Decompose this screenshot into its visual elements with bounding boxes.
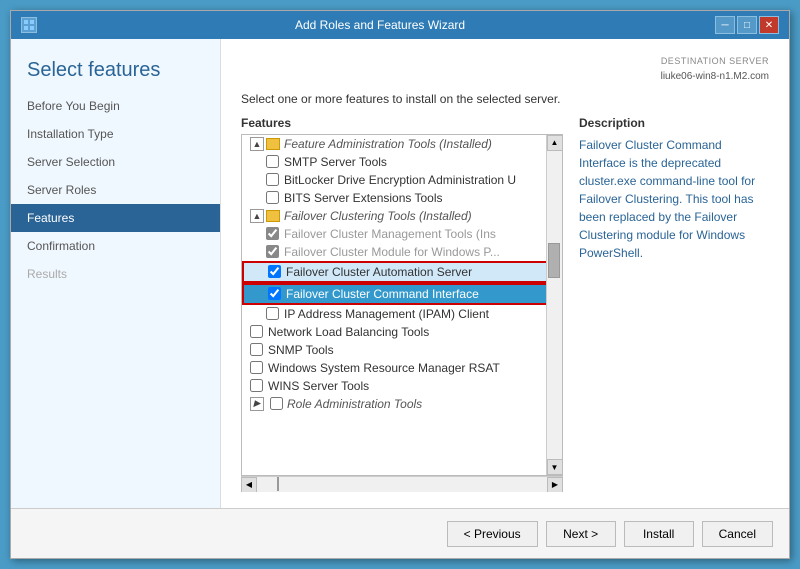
vertical-scrollbar[interactable]: ▲ ▼ <box>546 135 562 476</box>
window-controls: ─ □ ✕ <box>715 16 779 34</box>
content-area: Select features Before You Begin Install… <box>11 39 789 508</box>
tree-label: Failover Cluster Automation Server <box>286 265 472 279</box>
tree-label: Windows System Resource Manager RSAT <box>268 361 500 375</box>
description-panel-header: Description <box>579 116 769 130</box>
list-item: ▲ Feature Administration Tools (Installe… <box>242 135 562 153</box>
tree-label: SMTP Server Tools <box>284 155 387 169</box>
list-item: SNMP Tools <box>242 341 562 359</box>
next-button[interactable]: Next > <box>546 521 616 547</box>
maximize-button[interactable]: □ <box>737 16 757 34</box>
list-item: IP Address Management (IPAM) Client <box>242 305 562 323</box>
sidebar-item-installation-type[interactable]: Installation Type <box>11 120 220 148</box>
tree-label: Network Load Balancing Tools <box>268 325 429 339</box>
fc-win-ps-checkbox[interactable] <box>266 245 279 258</box>
list-item: SMTP Server Tools <box>242 153 562 171</box>
bits-checkbox[interactable] <box>266 191 279 204</box>
tree-label: IP Address Management (IPAM) Client <box>284 307 489 321</box>
main-content-area: DESTINATION SERVER liuke06-win8-n1.M2.co… <box>221 39 789 508</box>
tree-label: Failover Cluster Module for Windows P... <box>284 245 500 259</box>
list-item: ▶ Role Administration Tools <box>242 395 562 413</box>
expand-feat-admin[interactable]: ▲ <box>250 137 264 151</box>
smtp-tools-checkbox[interactable] <box>266 155 279 168</box>
list-item: Network Load Balancing Tools <box>242 323 562 341</box>
fc-cmd-interface-checkbox[interactable] <box>268 287 281 300</box>
app-icon <box>21 17 37 33</box>
scroll-track <box>257 477 547 492</box>
fc-auto-server-checkbox[interactable] <box>268 265 281 278</box>
tree-label: Feature Administration Tools (Installed) <box>284 137 492 151</box>
description-panel: Description Failover Cluster Command Int… <box>579 116 769 493</box>
previous-button[interactable]: < Previous <box>447 521 538 547</box>
list-item[interactable]: Failover Cluster Command Interface <box>242 283 562 305</box>
footer: < Previous Next > Install Cancel <box>11 508 789 558</box>
scroll-right-button[interactable]: ▶ <box>547 477 563 493</box>
install-button[interactable]: Install <box>624 521 694 547</box>
folder-icon <box>266 138 280 150</box>
tree-label: SNMP Tools <box>268 343 334 357</box>
wins-checkbox[interactable] <box>250 379 263 392</box>
title-bar: Add Roles and Features Wizard ─ □ ✕ <box>11 11 789 39</box>
main-window: Add Roles and Features Wizard ─ □ ✕ Sele… <box>10 10 790 559</box>
features-panel: Features ▲ Feature Administration Tools … <box>241 116 563 493</box>
tree-label: WINS Server Tools <box>268 379 369 393</box>
window-title: Add Roles and Features Wizard <box>45 18 715 32</box>
tree-label: Failover Cluster Management Tools (Ins <box>284 227 496 241</box>
sidebar: Select features Before You Begin Install… <box>11 39 221 508</box>
sidebar-item-server-roles[interactable]: Server Roles <box>11 176 220 204</box>
features-tree-container[interactable]: ▲ Feature Administration Tools (Installe… <box>241 134 563 477</box>
page-title: Select features <box>11 39 220 92</box>
tree-label: Failover Clustering Tools (Installed) <box>284 209 472 223</box>
list-item: BITS Server Extensions Tools <box>242 189 562 207</box>
instruction-text: Select one or more features to install o… <box>241 92 769 106</box>
list-item: Failover Cluster Module for Windows P... <box>242 243 562 261</box>
horizontal-scrollbar[interactable]: ◀ ▶ <box>241 476 563 492</box>
scroll-up-button[interactable]: ▲ <box>547 135 563 151</box>
fc-mgmt-checkbox[interactable] <box>266 227 279 240</box>
role-admin-checkbox[interactable] <box>270 397 283 410</box>
list-item[interactable]: Failover Cluster Automation Server <box>242 261 562 283</box>
sidebar-item-before-you-begin[interactable]: Before You Begin <box>11 92 220 120</box>
tree-label: BITS Server Extensions Tools <box>284 191 443 205</box>
destination-server-name: liuke06-win8-n1.M2.com <box>241 69 769 84</box>
folder-icon <box>266 210 280 222</box>
features-panel-header: Features <box>241 116 563 130</box>
wsrm-checkbox[interactable] <box>250 361 263 374</box>
scroll-left-button[interactable]: ◀ <box>241 477 257 493</box>
two-column-layout: Features ▲ Feature Administration Tools … <box>241 116 769 493</box>
list-item: Windows System Resource Manager RSAT <box>242 359 562 377</box>
sidebar-item-features[interactable]: Features <box>11 204 220 232</box>
sidebar-item-confirmation[interactable]: Confirmation <box>11 232 220 260</box>
list-item: WINS Server Tools <box>242 377 562 395</box>
snmp-checkbox[interactable] <box>250 343 263 356</box>
list-item: BitLocker Drive Encryption Administratio… <box>242 171 562 189</box>
destination-server-label: DESTINATION SERVER <box>241 55 769 69</box>
cancel-button[interactable]: Cancel <box>702 521 773 547</box>
sidebar-item-results: Results <box>11 260 220 288</box>
description-text: Failover Cluster Command Interface is th… <box>579 136 769 262</box>
bitlocker-checkbox[interactable] <box>266 173 279 186</box>
horiz-scroll-thumb[interactable] <box>277 477 279 491</box>
close-button[interactable]: ✕ <box>759 16 779 34</box>
expand-role-admin[interactable]: ▶ <box>250 397 264 411</box>
minimize-button[interactable]: ─ <box>715 16 735 34</box>
scroll-thumb[interactable] <box>548 243 560 278</box>
ipam-checkbox[interactable] <box>266 307 279 320</box>
expand-failover-tools[interactable]: ▲ <box>250 209 264 223</box>
list-item: Failover Cluster Management Tools (Ins <box>242 225 562 243</box>
scroll-down-button[interactable]: ▼ <box>547 459 563 475</box>
tree-label: BitLocker Drive Encryption Administratio… <box>284 173 516 187</box>
tree-label: Role Administration Tools <box>287 397 422 411</box>
tree-label: Failover Cluster Command Interface <box>286 287 479 301</box>
features-tree: ▲ Feature Administration Tools (Installe… <box>242 135 562 476</box>
destination-server-info: DESTINATION SERVER liuke06-win8-n1.M2.co… <box>241 55 769 84</box>
sidebar-item-server-selection[interactable]: Server Selection <box>11 148 220 176</box>
list-item: ▲ Failover Clustering Tools (Installed) <box>242 207 562 225</box>
nlb-checkbox[interactable] <box>250 325 263 338</box>
